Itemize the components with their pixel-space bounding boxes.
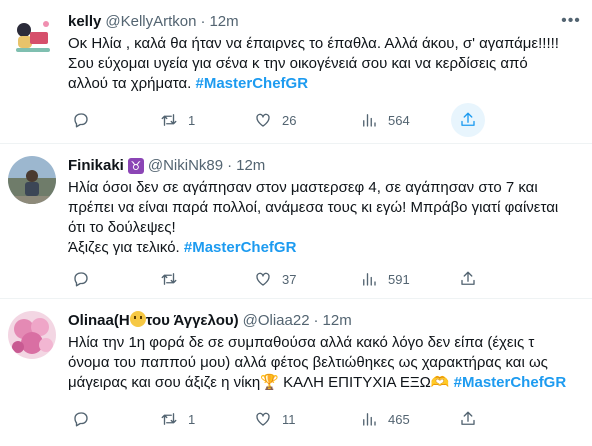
like-button[interactable]: 26 <box>254 111 296 129</box>
views-count: 591 <box>388 271 410 287</box>
share-icon <box>461 112 475 126</box>
retweet-button[interactable]: 1 <box>160 410 195 428</box>
user-handle[interactable]: @NikiNk89 <box>148 156 223 176</box>
heart-icon <box>256 113 270 127</box>
views-icon <box>363 413 376 426</box>
timestamp[interactable]: 12m <box>209 12 238 32</box>
tweet-line: μάγειρας και σου άξιζε η νίκη🏆 ΚΑΛΗ ΕΠΙΤ… <box>68 374 454 391</box>
share-icon <box>461 411 475 425</box>
tweet-text: Ηλία όσοι δεν σε αγάπησαν στον μαστερσεφ… <box>68 178 584 258</box>
views-button[interactable]: 564 <box>360 111 410 129</box>
avatar[interactable] <box>8 311 56 359</box>
reply-icon <box>74 412 88 427</box>
reply-button[interactable] <box>72 270 100 288</box>
tweet-line: Άξιζες για τελικό. <box>68 239 184 256</box>
tweet-line: Οκ Ηλία , καλά θα ήταν να έπαιρνες το έπ… <box>68 35 559 52</box>
share-button[interactable] <box>459 270 477 288</box>
hashtag-link[interactable]: #MasterChefGR <box>196 75 309 92</box>
tweet-2[interactable]: Finikaki ♉ @NikiNk89 · 12m Ηλία όσοι δεν… <box>0 144 592 299</box>
timestamp[interactable]: 12m <box>323 311 352 331</box>
separator-dot: · <box>313 312 319 329</box>
display-name[interactable]: Olinaa(Η του Άγγελου) <box>68 311 239 331</box>
tweet-text: Ηλία την 1η φορά δε σε συμπαθούσα αλλά κ… <box>68 333 584 393</box>
share-button[interactable] <box>459 111 477 129</box>
tweet-line: όνομα του παππού μου) αλλά φέτος βελτιώθ… <box>68 354 548 371</box>
retweet-count: 1 <box>188 112 196 128</box>
reply-button[interactable] <box>72 111 100 129</box>
display-name[interactable]: Finikaki <box>68 156 124 176</box>
user-handle[interactable]: @KellyArtkon <box>105 12 196 32</box>
share-icon <box>461 271 475 285</box>
tweet-3[interactable]: Olinaa(Η του Άγγελου) @Oliaa22 · 12m Ηλία… <box>0 299 592 446</box>
tweet-line: Ηλία την 1η φορά δε σε συμπαθούσα αλλά κ… <box>68 334 535 351</box>
separator-dot: · <box>200 13 206 30</box>
more-options-icon[interactable]: ••• <box>560 10 582 32</box>
tweet-line: πρέπει να είναι παρά πολλοί, ανάμεσα του… <box>68 199 559 216</box>
tweet-line: αλλού τα χρήματα. <box>68 75 196 92</box>
retweet-icon <box>161 413 177 425</box>
like-button[interactable]: 11 <box>254 410 296 428</box>
like-count: 11 <box>282 411 296 427</box>
views-icon <box>363 273 376 286</box>
retweet-icon <box>161 114 177 126</box>
retweet-count: 1 <box>188 411 196 427</box>
like-count: 37 <box>282 271 297 287</box>
retweet-button[interactable]: 1 <box>160 111 195 129</box>
hashtag-link[interactable]: #MasterChefGR <box>454 374 567 391</box>
tweet-line: Σου εύχομαι υγεία για σένα κ την οικογέν… <box>68 55 528 72</box>
views-count: 465 <box>388 411 410 427</box>
reply-icon <box>74 272 88 287</box>
reply-button[interactable] <box>72 410 100 428</box>
views-count: 564 <box>388 112 410 128</box>
tweet-text: Οκ Ηλία , καλά θα ήταν να έπαιρνες το έπ… <box>68 34 584 94</box>
share-button[interactable] <box>459 410 477 428</box>
tweet-line: ότι το δούλεψες! <box>68 219 176 236</box>
views-button[interactable]: 465 <box>360 410 410 428</box>
display-name[interactable]: kelly <box>68 12 101 32</box>
heart-icon <box>256 412 270 426</box>
reply-icon <box>74 113 88 128</box>
tweet-1[interactable]: kelly @KellyArtkon · 12m ••• Οκ Ηλία , κ… <box>0 0 592 144</box>
heart-icon <box>256 272 270 286</box>
like-button[interactable]: 37 <box>254 270 296 288</box>
taurus-emoji: ♉ <box>127 158 144 174</box>
like-count: 26 <box>282 112 297 128</box>
retweet-icon <box>161 273 177 285</box>
separator-dot: · <box>227 157 233 174</box>
tweet-line: Ηλία όσοι δεν σε αγάπησαν στον μαστερσεφ… <box>68 179 538 196</box>
user-handle[interactable]: @Oliaa22 <box>243 311 310 331</box>
cat-emoji-icon <box>129 311 146 327</box>
hashtag-link[interactable]: #MasterChefGR <box>184 239 297 256</box>
views-icon <box>363 114 376 127</box>
views-button[interactable]: 591 <box>360 270 410 288</box>
timestamp[interactable]: 12m <box>236 156 265 176</box>
avatar[interactable] <box>8 12 56 60</box>
avatar[interactable] <box>8 156 56 204</box>
retweet-button[interactable] <box>160 270 188 288</box>
